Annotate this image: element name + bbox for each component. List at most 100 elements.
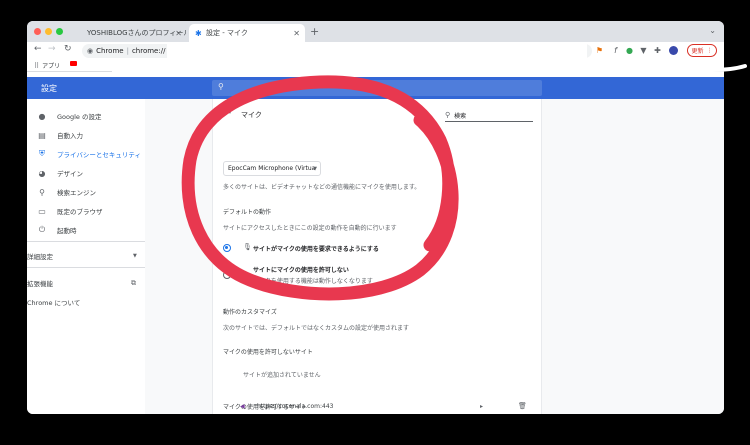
- apps-shortcut[interactable]: ⠿ アプリ: [34, 61, 61, 71]
- minimize-window-button[interactable]: [45, 28, 52, 35]
- redaction-overlay: [167, 42, 587, 58]
- forward-icon[interactable]: →: [48, 44, 56, 54]
- tab-profile[interactable]: YOSHIBLOGさんのプロフィール ✕: [77, 24, 187, 42]
- settings-header: 設定 ⚲: [27, 77, 724, 99]
- back-icon[interactable]: ←: [34, 44, 42, 54]
- shield-icon: ⛨: [39, 149, 45, 158]
- default-behavior-heading: デフォルトの動作: [223, 209, 272, 216]
- mic-device-value: EpocCam Microphone (Virtua: [228, 165, 316, 172]
- sidebar-item-label: プライバシーとセキュリティ: [57, 151, 141, 159]
- tab-search-chevron-icon[interactable]: ⌄: [709, 26, 716, 35]
- site-url: https://coconala.com:443: [257, 403, 334, 410]
- sidebar-item-label: デザイン: [57, 170, 83, 178]
- sidebar-item-google[interactable]: ● Google の設定: [37, 109, 102, 123]
- gear-icon: ✱: [195, 28, 202, 38]
- palette-icon: ◕: [38, 168, 46, 178]
- more-vert-icon: ⋮: [706, 47, 713, 54]
- sidebar-item-advanced[interactable]: 詳細設定 ▼: [27, 249, 145, 263]
- sidebar-item-label: 詳細設定: [27, 253, 53, 261]
- sidebar-item-label: 拡張機能: [27, 280, 53, 288]
- extension-icon[interactable]: ⚑: [595, 46, 604, 55]
- maximize-window-button[interactable]: [56, 28, 63, 35]
- default-behavior-desc: サイトにアクセスしたときにこの設定の動作を自動的に行います: [223, 225, 397, 232]
- puzzle-icon[interactable]: ✚: [653, 46, 662, 55]
- sidebar-item-label: 検索エンジン: [57, 189, 96, 197]
- blocked-sites-heading: マイクの使用を許可しないサイト: [223, 349, 313, 356]
- settings-sidebar: ● Google の設定 ▤ 自動入力 ⛨ プライバシーとセキュリティ ◕ デザ…: [27, 99, 145, 414]
- apps-label: アプリ: [42, 63, 61, 70]
- tab-settings-mic[interactable]: ✱ 設定 - マイク ✕: [189, 24, 305, 42]
- avatar[interactable]: [669, 46, 678, 55]
- settings-search-box[interactable]: ⚲: [212, 80, 542, 96]
- browser-icon: ▭: [38, 206, 46, 216]
- trash-icon[interactable]: 🗑: [518, 402, 527, 410]
- color-extension-icon[interactable]: ●: [625, 46, 634, 55]
- search-icon: ⚲: [39, 187, 45, 197]
- omnibox-separator: |: [126, 47, 129, 55]
- redaction-overlay: [112, 60, 712, 72]
- person-icon: ●: [38, 111, 46, 121]
- update-label: 更新: [691, 48, 704, 55]
- microphone-select[interactable]: EpocCam Microphone (Virtua ▼: [223, 161, 321, 176]
- filter-extension-icon[interactable]: ▼: [639, 46, 648, 55]
- radio-block-mic[interactable]: [223, 271, 231, 279]
- option-block-desc: マイクを使用する機能は動作しなくなります: [253, 278, 373, 285]
- custom-behavior-heading: 動作のカスタマイズ: [223, 309, 277, 316]
- mic-settings-card: ← マイク ⚲ 検索 EpocCam Microphone (Virtua ▼ …: [212, 99, 542, 414]
- chrome-icon: ◉: [87, 47, 94, 55]
- browser-window: YOSHIBLOGさんのプロフィール ✕ ✱ 設定 - マイク ✕ + ⌄ ← …: [27, 21, 724, 414]
- close-window-button[interactable]: [34, 28, 41, 35]
- page-title: マイク: [241, 111, 262, 119]
- new-tab-button[interactable]: +: [310, 25, 319, 38]
- youtube-icon: [70, 61, 77, 66]
- open-in-new-icon: ⧉: [131, 278, 136, 287]
- sidebar-item-about[interactable]: Chrome について: [27, 295, 80, 309]
- search-icon: ⚲: [218, 82, 224, 91]
- page-search-placeholder: 検索: [454, 112, 467, 120]
- function-extension-icon[interactable]: f: [611, 46, 620, 55]
- omnibox-origin: Chrome: [96, 47, 124, 55]
- power-icon: ⏻: [38, 225, 46, 234]
- chevron-right-icon[interactable]: ▸: [480, 403, 483, 410]
- site-row[interactable]: ◀ https://coconala.com:443 ▸ 🗑: [212, 399, 542, 414]
- sidebar-item-label: 既定のブラウザ: [57, 208, 103, 216]
- tab-bar: YOSHIBLOGさんのプロフィール ✕ ✱ 設定 - マイク ✕ + ⌄: [27, 21, 724, 42]
- sidebar-item-appearance[interactable]: ◕ デザイン: [37, 166, 84, 180]
- page-search-input[interactable]: ⚲ 検索: [445, 109, 533, 122]
- dropdown-arrow-icon: ▼: [313, 165, 317, 172]
- sidebar-item-search-engine[interactable]: ⚲ 検索エンジン: [37, 185, 96, 199]
- sidebar-divider: [27, 241, 145, 242]
- search-icon: ⚲: [445, 111, 451, 119]
- chevron-down-icon: ▼: [133, 253, 137, 259]
- custom-behavior-desc: 次のサイトでは、デフォルトではなくカスタムの設定が使用されます: [223, 325, 410, 332]
- tab-title: 設定 - マイク: [206, 29, 248, 37]
- sidebar-item-autofill[interactable]: ▤ 自動入力: [37, 128, 83, 142]
- apps-grid-icon: ⠿: [34, 61, 40, 70]
- update-button[interactable]: 更新 ⋮: [687, 44, 717, 57]
- back-arrow-icon[interactable]: ←: [223, 108, 231, 119]
- blocked-sites-empty: サイトが追加されていません: [243, 372, 321, 379]
- radio-allow-mic[interactable]: [223, 244, 231, 252]
- sidebar-item-default-browser[interactable]: ▭ 既定のブラウザ: [37, 204, 103, 218]
- document-icon: ▤: [38, 130, 46, 140]
- close-tab-icon[interactable]: ✕: [293, 29, 300, 38]
- omnibox-url: chrome://: [131, 47, 166, 55]
- sidebar-item-label: 起動時: [57, 227, 77, 235]
- sidebar-item-label: Google の設定: [57, 113, 102, 121]
- sidebar-item-extensions[interactable]: 拡張機能 ⧉: [27, 276, 145, 290]
- sidebar-item-privacy[interactable]: ⛨ プライバシーとセキュリティ: [37, 147, 141, 161]
- sidebar-item-label: Chrome について: [27, 299, 81, 307]
- site-favicon-icon: ◀: [240, 403, 245, 410]
- mic-description: 多くのサイトは、ビデオチャットなどの通信機能にマイクを使用します。: [223, 184, 421, 191]
- option-block-label: サイトにマイクの使用を許可しない: [253, 267, 349, 274]
- mic-icon: 🎙: [243, 243, 252, 251]
- sidebar-item-on-startup[interactable]: ⏻ 起動時: [37, 223, 77, 237]
- sidebar-divider: [27, 267, 145, 268]
- settings-title: 設定: [41, 84, 57, 93]
- close-tab-icon[interactable]: ✕: [175, 29, 182, 38]
- tab-title: YOSHIBLOGさんのプロフィール: [87, 29, 187, 37]
- sidebar-item-label: 自動入力: [57, 132, 83, 140]
- reload-icon[interactable]: ↻: [64, 44, 72, 54]
- option-allow-label: サイトがマイクの使用を要求できるようにする: [253, 246, 379, 253]
- bookmark-youtube[interactable]: [70, 61, 77, 66]
